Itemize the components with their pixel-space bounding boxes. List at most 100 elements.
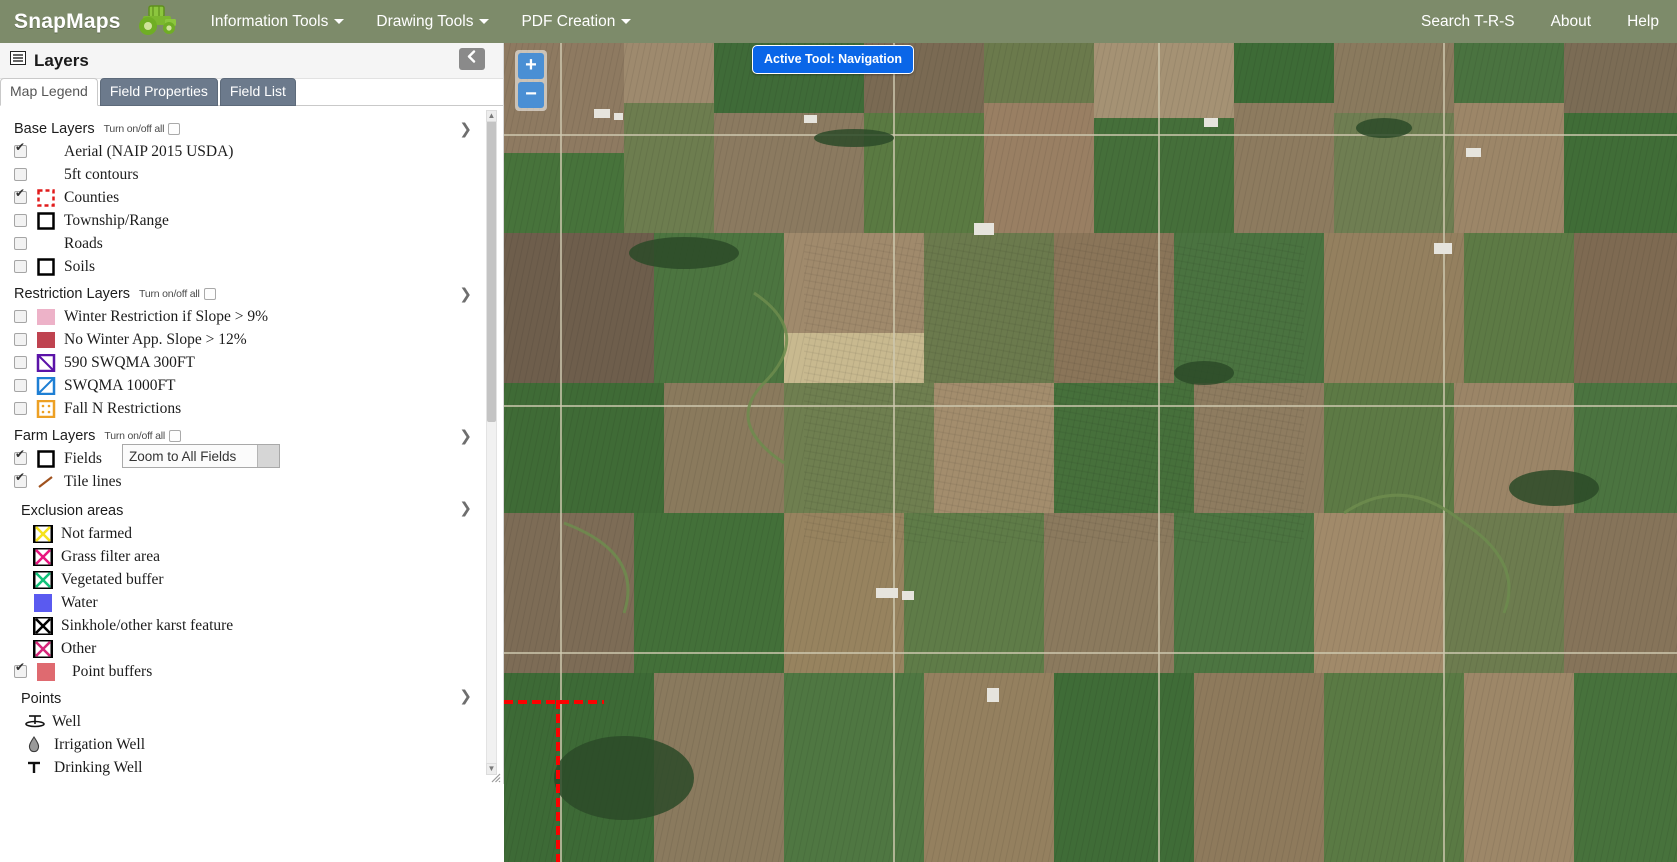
chevron-down-icon: [621, 19, 632, 25]
layer-label-5ft-contours: 5ft contours: [64, 165, 139, 183]
layer-row-township-range[interactable]: Township/Range: [0, 209, 503, 232]
layer-checkbox-counties[interactable]: [14, 187, 27, 204]
layer-row-soils[interactable]: Soils: [0, 255, 503, 278]
layer-label-township-range: Township/Range: [64, 211, 169, 229]
swatch-blank: [36, 166, 56, 184]
point-buffers-checkbox[interactable]: [14, 661, 27, 678]
panel-tabs: Map Legend Field Properties Field List: [0, 78, 503, 106]
snapmaps-application: SnapMaps Information Tools Drawing Tools…: [0, 0, 1677, 862]
exclusion-label-point-buffers: Point buffers: [72, 662, 153, 680]
swatch-blue-hatch: [36, 376, 56, 395]
map-canvas[interactable]: + − Active Tool: Navigation: [504, 43, 1677, 862]
layer-row-fall-n-restrictions[interactable]: Fall N Restrictions: [0, 397, 503, 420]
layers-panel: Layers Map Legend Field Properties Field…: [0, 43, 504, 784]
swatch-black-x: [32, 615, 54, 636]
layer-label-counties: Counties: [64, 188, 120, 206]
sidebar-scrollbar-track[interactable]: [486, 110, 497, 775]
layer-label-aerial: Aerial (NAIP 2015 USDA): [64, 142, 234, 160]
layer-row-no-winter-app[interactable]: No Winter App. Slope > 12%: [0, 328, 503, 351]
layer-checkbox-aerial[interactable]: [14, 141, 27, 158]
layer-checkbox-590-swqma-300ft[interactable]: [14, 356, 27, 369]
layer-row-winter-restriction[interactable]: Winter Restriction if Slope > 9%: [0, 305, 503, 328]
layer-label-roads: Roads: [64, 234, 103, 252]
layer-label-soils: Soils: [64, 257, 96, 275]
list-icon: [10, 51, 26, 70]
layer-checkbox-soils[interactable]: [14, 260, 27, 273]
exclusion-label-not-farmed: Not farmed: [61, 524, 133, 542]
sidebar-scroll-up-button[interactable]: ▲: [486, 110, 497, 122]
layer-checkbox-fields[interactable]: [14, 448, 27, 465]
nav-link-about[interactable]: About: [1533, 0, 1610, 43]
swatch-magenta-x: [32, 546, 54, 567]
swatch-orange-dotted: [36, 399, 56, 418]
page-title: Layers: [34, 50, 89, 70]
chevron-down-icon[interactable]: ❯: [459, 689, 472, 704]
swatch-pink-fill: [36, 308, 56, 326]
layer-checkbox-tile-lines[interactable]: [14, 471, 27, 488]
menu-information-tools[interactable]: Information Tools: [195, 0, 361, 43]
point-row-irrigation-well[interactable]: Irrigation Well: [0, 733, 503, 756]
layer-row-5ft-contours[interactable]: 5ft contours: [0, 163, 503, 186]
tab-field-list[interactable]: Field List: [219, 78, 296, 106]
tab-field-properties[interactable]: Field Properties: [99, 78, 218, 106]
turn-all-label-farm-layers: Turn on/off all: [104, 429, 166, 442]
layer-row-590-swqma-300ft[interactable]: 590 SWQMA 300FT: [0, 351, 503, 374]
layer-checkbox-township-range[interactable]: [14, 214, 27, 227]
menu-pdf-creation-label: PDF Creation: [521, 13, 616, 30]
group-header-exclusion-areas[interactable]: Exclusion areas ❯: [0, 499, 503, 522]
exclusion-row-point-buffers[interactable]: Point buffers: [0, 660, 503, 683]
point-row-drinking-well[interactable]: Drinking Well: [0, 756, 503, 779]
swatch-red-fill: [36, 662, 56, 681]
zoom-to-all-fields-value: Zoom to All Fields: [129, 448, 237, 464]
nav-link-search-trs[interactable]: Search T-R-S: [1403, 0, 1533, 43]
layer-row-counties[interactable]: Counties: [0, 186, 503, 209]
swatch-red-dashed: [36, 188, 56, 207]
chevron-down-icon[interactable]: ❯: [459, 429, 472, 444]
zoom-to-all-fields-select[interactable]: Zoom to All Fields: [122, 444, 280, 468]
collapse-panel-button[interactable]: [459, 48, 485, 70]
layer-checkbox-roads[interactable]: [14, 237, 27, 250]
zoom-in-button[interactable]: +: [518, 53, 544, 79]
exclusion-row-other[interactable]: Other: [0, 637, 503, 660]
chevron-down-icon[interactable]: ❯: [459, 287, 472, 302]
zoom-out-button[interactable]: −: [518, 82, 544, 108]
nav-link-help[interactable]: Help: [1609, 0, 1677, 43]
turn-all-checkbox-farm-layers[interactable]: [169, 429, 182, 442]
exclusion-row-vegetated-buffer[interactable]: Vegetated buffer: [0, 568, 503, 591]
group-header-restriction-layers: Restriction Layers Turn on/off all ❯: [0, 285, 503, 305]
exclusion-label-vegetated-buffer: Vegetated buffer: [61, 570, 164, 588]
layer-label-tile-lines: Tile lines: [64, 472, 122, 490]
layer-checkbox-fall-n-restrictions[interactable]: [14, 402, 27, 415]
chevron-down-icon: [479, 19, 490, 25]
layer-checkbox-swqma-1000ft[interactable]: [14, 379, 27, 392]
sidebar-scrollbar-thumb[interactable]: [487, 111, 496, 422]
swatch-black-outline: [36, 211, 56, 230]
layer-checkbox-5ft-contours[interactable]: [14, 168, 27, 181]
group-header-points[interactable]: Points ❯: [0, 687, 503, 710]
menu-pdf-creation[interactable]: PDF Creation: [505, 0, 647, 43]
chevron-down-icon[interactable]: ❯: [459, 501, 472, 516]
turn-all-checkbox-base-layers[interactable]: [168, 122, 181, 135]
menu-drawing-tools[interactable]: Drawing Tools: [360, 0, 505, 43]
panel-resize-grip[interactable]: [489, 770, 501, 783]
exclusion-row-sinkhole[interactable]: Sinkhole/other karst feature: [0, 614, 503, 637]
exclusion-row-grass-filter-area[interactable]: Grass filter area: [0, 545, 503, 568]
chevron-down-icon[interactable]: ❯: [459, 122, 472, 137]
layer-checkbox-no-winter-app[interactable]: [14, 333, 27, 346]
layer-row-tile-lines[interactable]: Tile lines: [0, 470, 503, 493]
layer-row-roads[interactable]: Roads: [0, 232, 503, 255]
exclusion-label-sinkhole: Sinkhole/other karst feature: [61, 616, 234, 634]
swatch-yellow-x: [32, 523, 54, 544]
layer-checkbox-winter-restriction[interactable]: [14, 310, 27, 323]
point-row-well[interactable]: Well: [0, 710, 503, 733]
menu-information-tools-label: Information Tools: [210, 13, 329, 30]
layer-legend-list[interactable]: Base Layers Turn on/off all ❯ Aerial (NA…: [0, 106, 503, 784]
layer-row-swqma-1000ft[interactable]: SWQMA 1000FT: [0, 374, 503, 397]
layer-row-aerial[interactable]: Aerial (NAIP 2015 USDA): [0, 140, 503, 163]
layer-label-winter-restriction: Winter Restriction if Slope > 9%: [64, 307, 268, 325]
zoom-to-all-fields-dropdown-button[interactable]: [257, 445, 279, 467]
tab-map-legend[interactable]: Map Legend: [0, 78, 98, 106]
turn-all-checkbox-restriction-layers[interactable]: [203, 287, 216, 300]
exclusion-row-not-farmed[interactable]: Not farmed: [0, 522, 503, 545]
exclusion-row-water[interactable]: Water: [0, 591, 503, 614]
